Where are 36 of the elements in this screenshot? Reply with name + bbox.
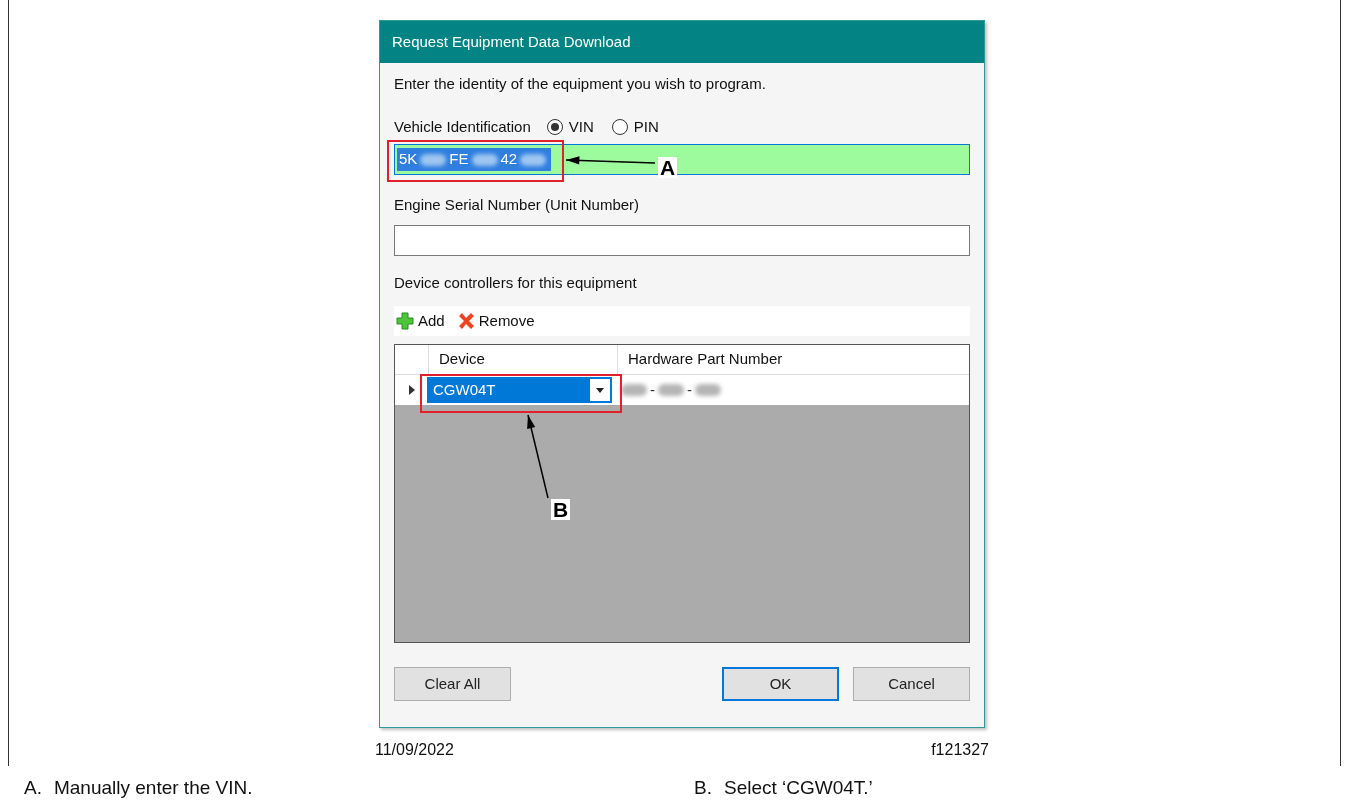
window-title: Request Equipment Data Download [392,31,631,52]
radio-label[interactable]: VIN [568,115,594,138]
field-label: Vehicle Identification [394,116,531,137]
callout-letter: A [658,157,678,178]
section-label: Device controllers for this equipment [394,272,638,293]
instruction-text: Enter the identity of the equipment you wish to program. [394,74,767,94]
toolbar-button[interactable]: Add [396,309,445,333]
radio-button[interactable] [611,118,628,135]
dialog-button[interactable]: Cancel [853,667,970,701]
device-dropdown[interactable]: CGW04T [427,377,612,403]
engine-serial-field[interactable] [394,224,970,256]
blurred-text [695,384,721,396]
radio-label[interactable]: PIN [633,115,659,138]
caption-letter: A. [24,776,42,800]
caret-icon [596,387,604,393]
toolbar-button[interactable]: Remove [456,309,535,333]
callout-letter: B [551,499,571,520]
caption-text: Select ‘CGW04T.’ [723,776,873,800]
figure-date: 11/09/2022 [375,740,454,760]
dialog-button[interactable]: OK [722,667,839,701]
part-number-cell: - - [618,378,724,402]
caption-letter: B. [694,776,712,800]
dialog-button[interactable]: Clear All [394,667,511,701]
plus-icon [396,312,414,330]
field-label: Engine Serial Number (Unit Number) [394,195,641,215]
blurred-text [658,384,684,396]
blurred-text [471,153,498,166]
blurred-text [520,153,547,166]
blurred-text [420,153,447,166]
caption-text: Manually enter the VIN. [53,776,253,800]
radio-button[interactable] [546,118,563,135]
figure-id: f121327 [931,740,989,760]
vin-value: 5K FE 42 [397,148,552,171]
column-header[interactable]: Device [429,345,618,374]
blurred-text [621,384,647,396]
column-header[interactable]: Hardware Part Number [618,345,969,374]
